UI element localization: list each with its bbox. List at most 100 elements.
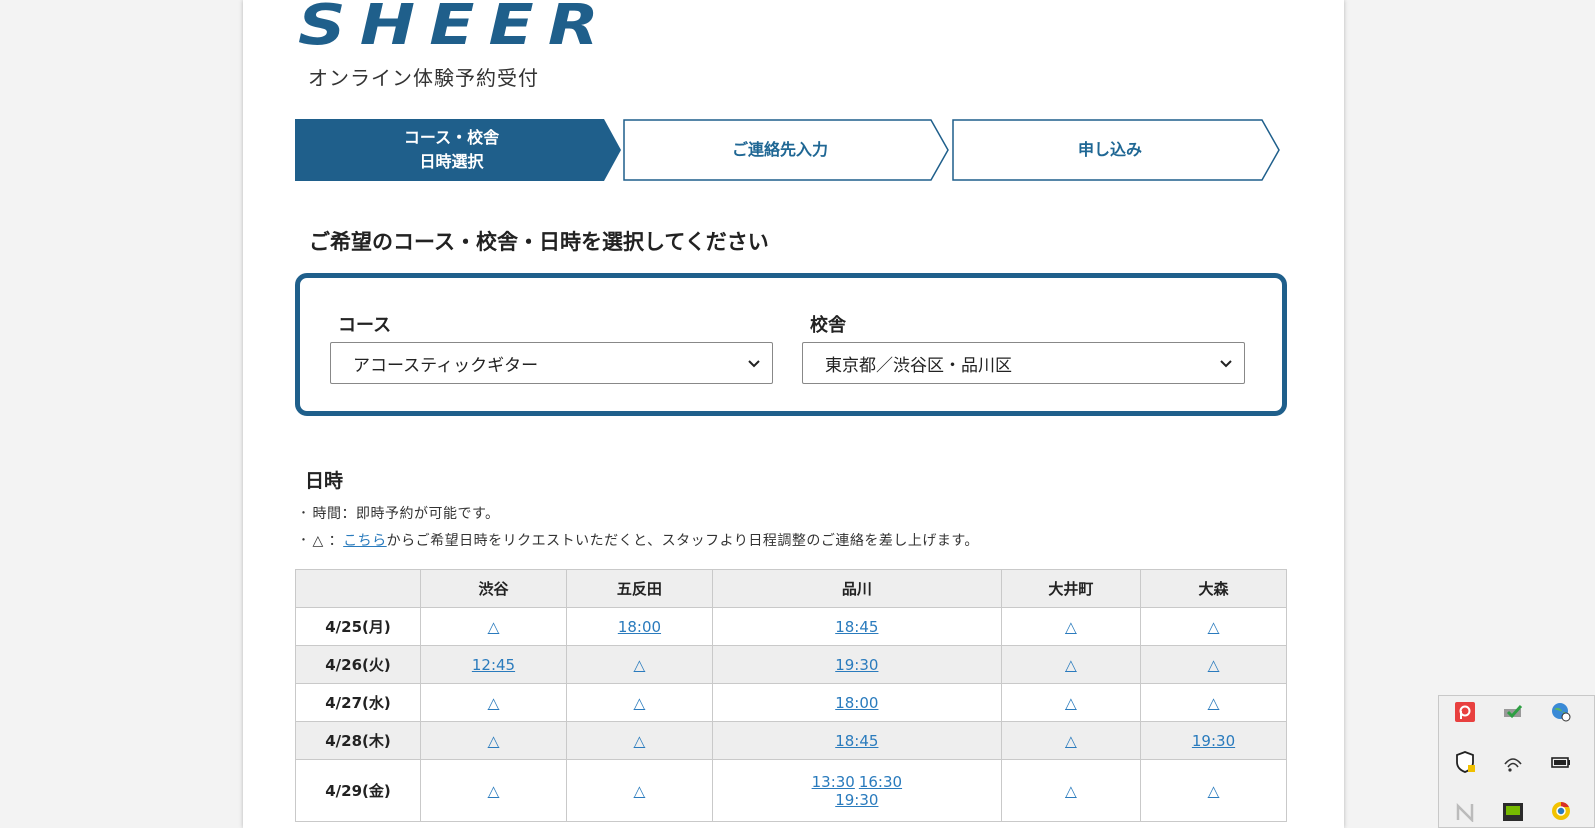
request-slot-link[interactable]: △	[1208, 618, 1220, 636]
request-slot-link[interactable]: △	[488, 694, 500, 712]
request-slot-link[interactable]: △	[488, 618, 500, 636]
network-check-icon[interactable]	[1502, 701, 1524, 723]
step-label: 申し込み	[1077, 140, 1142, 159]
datetime-note-request: ･ △ ：こちらからご希望日時をリクエストいただくと、スタッフより日程調整のご連…	[300, 530, 979, 550]
note-suffix: からご希望日時をリクエストいただくと、スタッフより日程調整のご連絡を差し上げます…	[386, 533, 979, 549]
schedule-cell: △	[1000, 607, 1142, 646]
time-slot-link[interactable]: 13:30	[812, 773, 855, 791]
time-slot-link[interactable]: 18:45	[835, 732, 878, 750]
chrome-icon[interactable]	[1550, 800, 1572, 822]
time-slot-link[interactable]: 19:30	[835, 791, 878, 809]
school-select[interactable]: 東京都／渋谷区・品川区	[802, 342, 1245, 384]
request-slot-link[interactable]: △	[634, 656, 646, 674]
schedule-cell: 12:45	[420, 645, 567, 684]
step-apply: 申し込み	[952, 119, 1282, 181]
schedule-cell: △	[565, 645, 713, 684]
schedule-cell: △	[1140, 607, 1287, 646]
request-slot-link[interactable]: △	[634, 732, 646, 750]
school-label: 校舎	[810, 315, 846, 336]
request-slot-link[interactable]: △	[634, 694, 646, 712]
pocket-icon[interactable]	[1454, 701, 1476, 723]
section-title: ご希望のコース・校舎・日時を選択してください	[309, 230, 769, 254]
schedule-row: 4/25(月) △ 18:00 18:45 △ △	[295, 607, 1287, 646]
row-date: 4/27(水)	[295, 683, 421, 722]
wifi-icon[interactable]	[1502, 751, 1524, 773]
schedule-cell: △	[565, 759, 713, 822]
row-date: 4/26(火)	[295, 645, 421, 684]
note-prefix: ･ △ ：	[300, 533, 344, 549]
course-label: コース	[338, 315, 392, 336]
schedule-cell: 13:30 16:30 19:30	[711, 759, 1002, 822]
request-slot-link[interactable]: △	[634, 782, 646, 800]
time-slot-link[interactable]: 19:30	[835, 656, 878, 674]
security-warning-icon[interactable]	[1454, 751, 1476, 773]
time-slot-link[interactable]: 19:30	[1192, 732, 1235, 750]
step-label: コース・校舎 日時選択	[295, 119, 622, 181]
schedule-row: 4/26(火) 12:45 △ 19:30 △ △	[295, 645, 1287, 684]
chevron-down-icon	[1220, 360, 1232, 368]
schedule-row: 4/29(金) △ △ 13:30 16:30 19:30 △ △	[295, 759, 1287, 822]
request-slot-link[interactable]: △	[1065, 732, 1077, 750]
schedule-cell: 19:30	[711, 645, 1002, 684]
step-label-line2: 日時選択	[419, 152, 484, 171]
brand-logo[interactable]: SHEER	[298, 0, 613, 54]
schedule-cell: △	[565, 683, 713, 722]
request-slot-link[interactable]: △	[1065, 618, 1077, 636]
schedule-cell: △	[1000, 683, 1142, 722]
request-slot-link[interactable]: △	[1065, 782, 1077, 800]
request-link[interactable]: こちら	[343, 533, 387, 549]
header-shinagawa: 品川	[711, 569, 1002, 608]
time-slot-link[interactable]: 18:45	[835, 618, 878, 636]
progress-stepper: コース・校舎 日時選択 ご連絡先入力 申し込み	[295, 119, 1287, 181]
battery-icon[interactable]	[1550, 751, 1572, 773]
schedule-cell: 18:45	[711, 607, 1002, 646]
schedule-cell: △	[420, 683, 567, 722]
schedule-row: 4/27(水) △ △ 18:00 △ △	[295, 683, 1287, 722]
row-date: 4/25(月)	[295, 607, 421, 646]
step-contact-input: ご連絡先入力	[623, 119, 951, 181]
course-school-selector-panel: コース アコースティックギター 校舎 東京都／渋谷区・品川区	[295, 273, 1287, 416]
datetime-title: 日時	[305, 470, 344, 492]
request-slot-link[interactable]: △	[1208, 694, 1220, 712]
time-slot-link[interactable]: 16:30	[859, 773, 902, 791]
course-select[interactable]: アコースティックギター	[330, 342, 773, 384]
brand-subtitle: オンライン体験予約受付	[308, 66, 539, 90]
step-label: ご連絡先入力	[731, 140, 828, 159]
schedule-cell: △	[1000, 645, 1142, 684]
request-slot-link[interactable]: △	[1208, 656, 1220, 674]
header-corner	[295, 569, 421, 608]
globe-sync-icon[interactable]	[1550, 701, 1572, 723]
schedule-cell: △	[1000, 721, 1142, 760]
schedule-cell: △	[1000, 759, 1142, 822]
request-slot-link[interactable]: △	[488, 732, 500, 750]
step-label-line1: コース・校舎	[403, 128, 500, 147]
request-slot-link[interactable]: △	[1065, 656, 1077, 674]
schedule-cell: △	[420, 721, 567, 760]
nvidia-n-icon[interactable]	[1454, 800, 1476, 822]
time-slot-link[interactable]: 18:00	[618, 618, 661, 636]
schedule-cell: △	[1140, 683, 1287, 722]
schedule-cell: 18:00	[711, 683, 1002, 722]
row-date: 4/29(金)	[295, 759, 421, 822]
header-gotanda: 五反田	[565, 569, 713, 608]
datetime-note-instant: ･ 時間：即時予約が可能です。	[300, 506, 500, 522]
schedule-cell: 19:30	[1140, 721, 1287, 760]
schedule-cell: 18:00	[565, 607, 713, 646]
request-slot-link[interactable]: △	[488, 782, 500, 800]
chevron-down-icon	[748, 360, 760, 368]
request-slot-link[interactable]: △	[1208, 782, 1220, 800]
schedule-cell: 18:45	[711, 721, 1002, 760]
gpu-icon[interactable]	[1502, 800, 1524, 822]
schedule-cell: △	[1140, 645, 1287, 684]
system-tray-overflow	[1438, 695, 1595, 828]
school-select-value: 東京都／渋谷区・品川区	[825, 355, 1012, 376]
time-slot-link[interactable]: 12:45	[472, 656, 515, 674]
step-course-datetime: コース・校舎 日時選択	[295, 119, 622, 181]
request-slot-link[interactable]: △	[1065, 694, 1077, 712]
header-omori: 大森	[1140, 569, 1287, 608]
header-oimachi: 大井町	[1000, 569, 1142, 608]
time-slot-link[interactable]: 18:00	[835, 694, 878, 712]
schedule-cell: △	[420, 607, 567, 646]
course-select-value: アコースティックギター	[353, 355, 539, 376]
schedule-cell: △	[420, 759, 567, 822]
